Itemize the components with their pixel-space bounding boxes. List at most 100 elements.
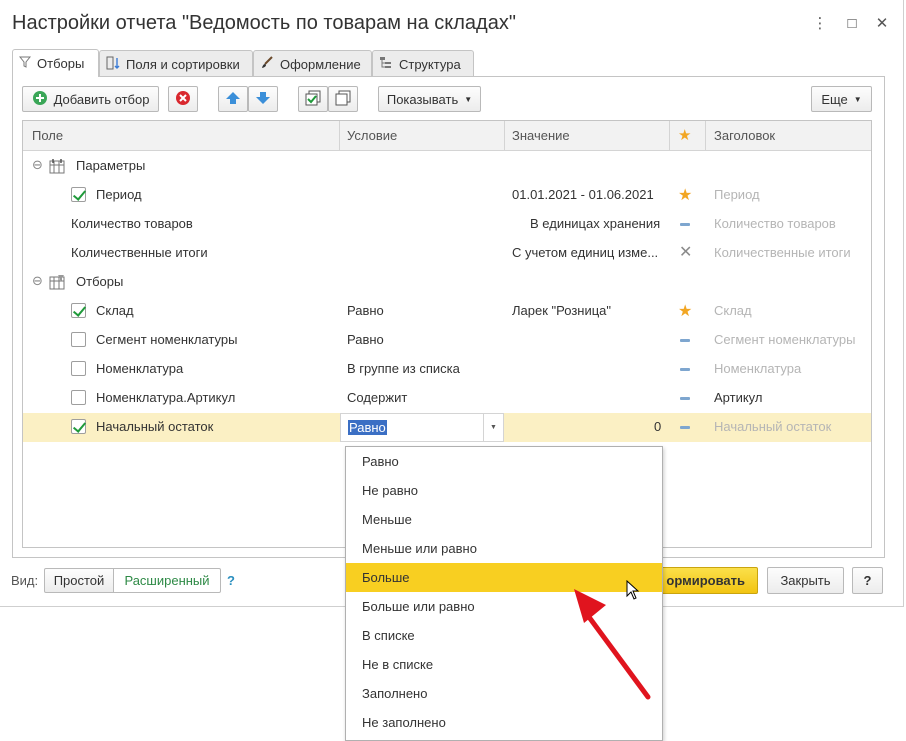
- show-label: Показывать: [386, 91, 459, 107]
- field-name: Склад: [96, 303, 134, 318]
- tab-label: Структура: [399, 56, 461, 72]
- more-button[interactable]: Еще ▼: [811, 86, 872, 112]
- caption-cell[interactable]: Сегмент номенклатуры: [714, 332, 855, 347]
- dash-icon[interactable]: [680, 339, 690, 342]
- row-checkbox[interactable]: [71, 419, 86, 434]
- dash-icon[interactable]: [680, 397, 690, 400]
- table-row-selected[interactable]: Начальный остаток Равно ▼ 0 Начальный ос…: [23, 413, 871, 442]
- caption-cell[interactable]: Номенклатура: [714, 361, 801, 376]
- caption-cell[interactable]: Период: [714, 187, 760, 202]
- view-simple-label: Простой: [53, 573, 105, 588]
- caption-cell[interactable]: Количество товаров: [714, 216, 836, 231]
- dropdown-option[interactable]: Не заполнено: [346, 708, 662, 737]
- table-row[interactable]: Номенклатура.Артикул Содержит Артикул: [23, 384, 871, 413]
- move-down-button[interactable]: [248, 86, 278, 112]
- caption-cell[interactable]: Количественные итоги: [714, 245, 851, 260]
- table-row[interactable]: ⊖ Отборы: [23, 268, 871, 297]
- table-row[interactable]: ⊖ Параметры: [23, 152, 871, 181]
- tab-design[interactable]: Оформление: [253, 50, 372, 77]
- table-row[interactable]: Склад Равно Ларек "Розница" ★ Склад: [23, 297, 871, 326]
- move-up-button[interactable]: [218, 86, 248, 112]
- close-icon[interactable]: ✕: [872, 14, 892, 34]
- close-button[interactable]: Закрыть: [767, 567, 844, 594]
- tab-fields-sort[interactable]: Поля и сортировки: [99, 50, 253, 77]
- row-checkbox[interactable]: [71, 187, 86, 202]
- dash-icon[interactable]: [680, 426, 690, 429]
- delete-button[interactable]: [168, 86, 198, 112]
- dash-icon[interactable]: [680, 368, 690, 371]
- help-button[interactable]: ?: [852, 567, 883, 594]
- maximize-icon[interactable]: □: [842, 14, 862, 34]
- table-row[interactable]: Период 01.01.2021 - 01.06.2021 ★ Период: [23, 181, 871, 210]
- dash-icon[interactable]: [680, 223, 690, 226]
- chevron-down-icon: ▼: [464, 94, 473, 104]
- uncheck-all-button[interactable]: [328, 86, 358, 112]
- check-all-icon: [305, 90, 321, 109]
- row-checkbox[interactable]: [71, 332, 86, 347]
- view-extended-label: Расширенный: [124, 573, 210, 588]
- chevron-down-icon[interactable]: ▼: [483, 414, 503, 441]
- group-label: Параметры: [76, 158, 146, 173]
- chevron-down-icon: ▼: [853, 94, 862, 104]
- row-checkbox[interactable]: [71, 303, 86, 318]
- show-dropdown-button[interactable]: Показывать ▼: [378, 86, 481, 112]
- condition-cell[interactable]: Равно: [347, 332, 384, 347]
- condition-select[interactable]: Равно ▼: [340, 413, 504, 442]
- uncheck-all-icon: [335, 90, 351, 109]
- condition-cell[interactable]: Содержит: [347, 390, 407, 405]
- collapse-icon[interactable]: ⊖: [32, 273, 43, 289]
- view-simple-button[interactable]: Простой: [44, 568, 114, 593]
- check-all-button[interactable]: [298, 86, 328, 112]
- table-row[interactable]: Количество товаров В единицах хранения К…: [23, 210, 871, 239]
- column-caption[interactable]: Заголовок: [714, 128, 775, 143]
- star-icon[interactable]: ★: [678, 185, 692, 205]
- dropdown-option[interactable]: Равно: [346, 447, 662, 476]
- arrow-up-icon: [225, 91, 241, 108]
- collapse-icon[interactable]: ⊖: [32, 157, 43, 173]
- mouse-cursor-icon: [626, 580, 640, 600]
- value-cell[interactable]: 0: [654, 419, 661, 434]
- column-value[interactable]: Значение: [512, 128, 570, 143]
- dropdown-option[interactable]: Не равно: [346, 476, 662, 505]
- field-name: Номенклатура: [96, 361, 184, 376]
- help-button-label: ?: [863, 573, 872, 588]
- tab-filters[interactable]: Отборы: [12, 49, 99, 77]
- tab-label: Оформление: [280, 56, 361, 72]
- field-name: Количество товаров: [71, 216, 193, 231]
- column-condition[interactable]: Условие: [347, 128, 397, 143]
- caption-cell[interactable]: Начальный остаток: [714, 419, 831, 434]
- tab-structure[interactable]: Структура: [372, 50, 474, 77]
- value-cell[interactable]: Ларек "Розница": [512, 303, 611, 318]
- tab-label: Поля и сортировки: [126, 56, 240, 72]
- fields-sort-icon: [106, 56, 120, 73]
- column-field[interactable]: Поле: [32, 128, 63, 143]
- generate-label: ормировать: [666, 573, 745, 588]
- star-column-icon[interactable]: ★: [678, 126, 691, 144]
- condition-cell[interactable]: В группе из списка: [347, 361, 460, 376]
- brush-icon: [260, 55, 274, 73]
- dropdown-option[interactable]: Меньше или равно: [346, 534, 662, 563]
- condition-cell[interactable]: Равно: [347, 303, 384, 318]
- add-icon: [32, 90, 48, 109]
- cross-icon[interactable]: ✕: [679, 242, 692, 262]
- caption-cell[interactable]: Артикул: [714, 390, 762, 405]
- value-cell[interactable]: С учетом единиц изме...: [512, 245, 658, 260]
- delete-icon: [175, 90, 191, 109]
- table-row[interactable]: Номенклатура В группе из списка Номенкла…: [23, 355, 871, 384]
- view-extended-button[interactable]: Расширенный: [113, 568, 221, 593]
- value-cell[interactable]: В единицах хранения: [530, 216, 660, 231]
- add-filter-button[interactable]: Добавить отбор: [22, 86, 159, 112]
- more-menu-icon[interactable]: ⋮: [810, 14, 830, 34]
- parameters-group-icon: [49, 158, 65, 177]
- value-cell[interactable]: 01.01.2021 - 01.06.2021: [512, 187, 654, 202]
- field-name: Сегмент номенклатуры: [96, 332, 238, 347]
- table-row[interactable]: Сегмент номенклатуры Равно Сегмент номен…: [23, 326, 871, 355]
- row-checkbox[interactable]: [71, 361, 86, 376]
- star-icon[interactable]: ★: [678, 301, 692, 321]
- dropdown-option[interactable]: Меньше: [346, 505, 662, 534]
- caption-cell[interactable]: Склад: [714, 303, 752, 318]
- field-name: Начальный остаток: [96, 419, 214, 434]
- row-checkbox[interactable]: [71, 390, 86, 405]
- table-row[interactable]: Количественные итоги С учетом единиц изм…: [23, 239, 871, 268]
- help-link[interactable]: ?: [227, 573, 235, 588]
